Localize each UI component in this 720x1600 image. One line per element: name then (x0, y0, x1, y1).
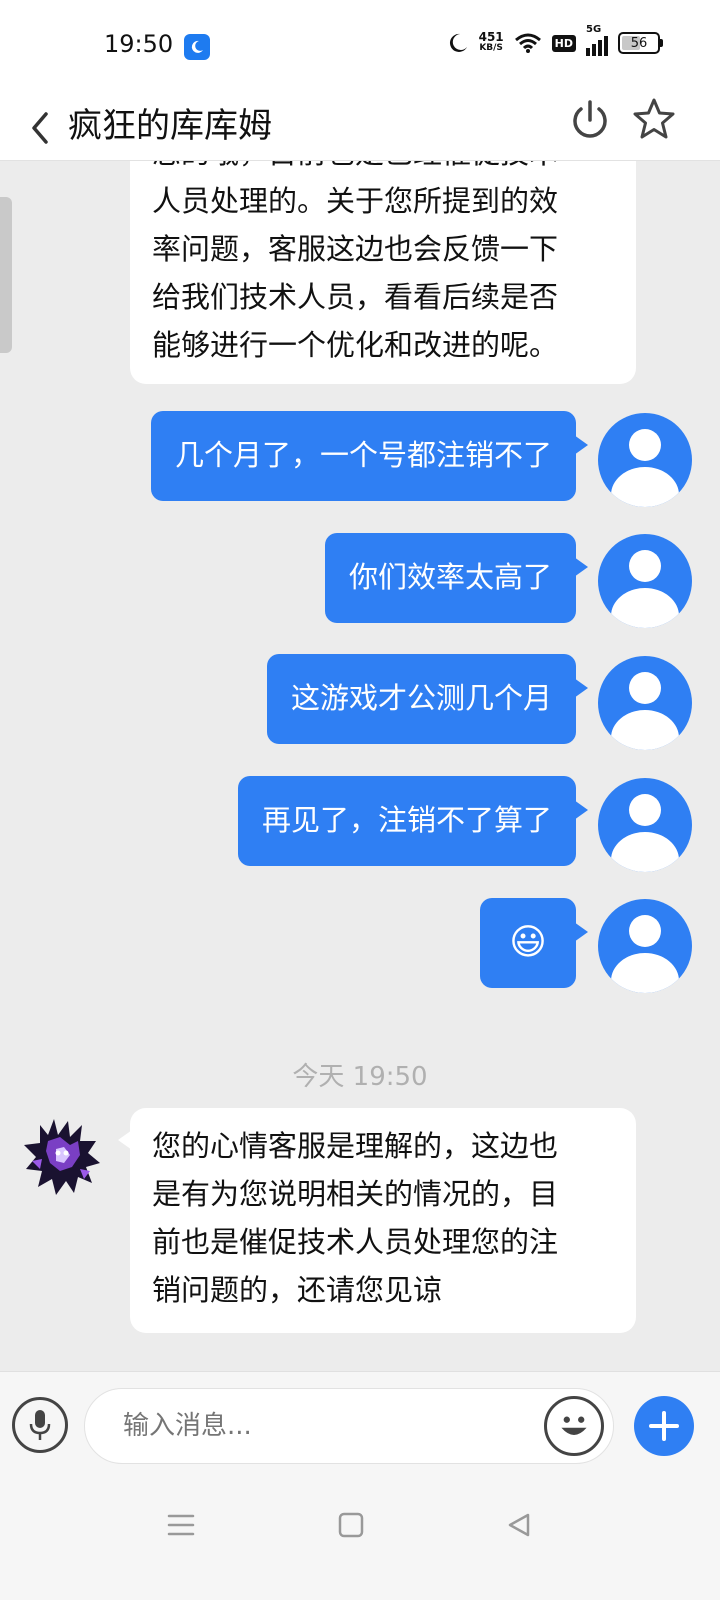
back-nav-icon[interactable] (504, 1510, 534, 1540)
status-time: 19:50 (104, 30, 174, 58)
message-outgoing: 再见了，注销不了算了 (237, 776, 588, 866)
network-speed: 451 KB/S (478, 30, 504, 54)
network-type: 5G (586, 24, 602, 35)
message-line: 您的哦，目前也是已经催促技术 (152, 161, 614, 177)
wifi-icon (514, 33, 541, 53)
status-bar: 19:50 451 KB/S HD 5G 56 (0, 0, 720, 92)
avatar[interactable] (598, 413, 692, 507)
navigation-bar (0, 1484, 720, 1600)
message-text: 几个月了，一个号都注销不了 (174, 438, 552, 472)
avatar[interactable] (598, 778, 692, 872)
avatar[interactable] (598, 534, 692, 628)
message-text: 再见了，注销不了算了 (261, 803, 552, 837)
message-outgoing: 你们效率太高了 (324, 533, 588, 623)
network-speed-value: 451 (478, 30, 504, 44)
avatar[interactable] (598, 656, 692, 750)
message-text: 你们效率太高了 (348, 560, 552, 594)
message-outgoing: 几个月了，一个号都注销不了 (150, 411, 588, 501)
battery-level: 56 (630, 35, 648, 51)
power-icon[interactable] (568, 98, 612, 142)
message-outgoing-emoji: 😃 (480, 898, 588, 988)
message-line: 是有为您说明相关的情况的，目 (152, 1177, 559, 1211)
agent-avatar[interactable] (18, 1111, 108, 1201)
message-incoming-partial: 您的哦，目前也是已经催促技术 人员处理的。关于您所提到的效 率问题，客服这边也会… (130, 161, 636, 384)
message-line: 率问题，客服这边也会反馈一下 (152, 232, 559, 266)
microphone-icon[interactable] (12, 1397, 68, 1453)
battery-icon: 56 (618, 32, 663, 54)
emoji-smile-icon: 😃 (509, 922, 547, 963)
menu-icon[interactable] (166, 1510, 196, 1540)
message-incoming: 您的心情客服是理解的，这边也 是有为您说明相关的情况的，目 前也是催促技术人员处… (118, 1108, 636, 1333)
avatar[interactable] (598, 899, 692, 993)
input-bar (0, 1371, 720, 1484)
hd-badge: HD (551, 34, 576, 52)
message-line: 您的心情客服是理解的，这边也 (152, 1129, 559, 1163)
signal-icon: 5G (586, 24, 608, 56)
plus-icon[interactable] (634, 1396, 694, 1456)
message-outgoing: 这游戏才公测几个月 (266, 654, 588, 744)
home-icon[interactable] (336, 1510, 366, 1540)
message-line: 给我们技术人员，看看后续是否 (152, 280, 559, 314)
message-text: 这游戏才公测几个月 (290, 681, 552, 715)
message-line: 人员处理的。关于您所提到的效 (152, 184, 559, 218)
message-line: 销问题的，还请您见谅 (152, 1273, 443, 1307)
do-not-disturb-moon-icon (449, 33, 467, 52)
message-input[interactable] (84, 1388, 614, 1464)
chat-header: 疯狂的库库姆 (0, 92, 720, 161)
star-icon[interactable] (630, 96, 678, 144)
emoji-icon[interactable] (544, 1396, 604, 1456)
message-line: 前也是催促技术人员处理您的注 (152, 1225, 559, 1259)
scroll-indicator[interactable] (0, 197, 12, 353)
back-icon[interactable] (26, 110, 56, 146)
chat-area[interactable]: 您的哦，目前也是已经催促技术 人员处理的。关于您所提到的效 率问题，客服这边也会… (0, 161, 720, 1371)
network-speed-unit: KB/S (479, 43, 503, 53)
moon-notification-icon (184, 34, 210, 60)
message-timestamp: 今天 19:50 (292, 1062, 428, 1092)
chat-title: 疯狂的库库姆 (68, 106, 272, 146)
status-icons: 451 KB/S HD 5G 56 (447, 24, 663, 56)
message-line: 能够进行一个优化和改进的呢。 (152, 328, 559, 362)
